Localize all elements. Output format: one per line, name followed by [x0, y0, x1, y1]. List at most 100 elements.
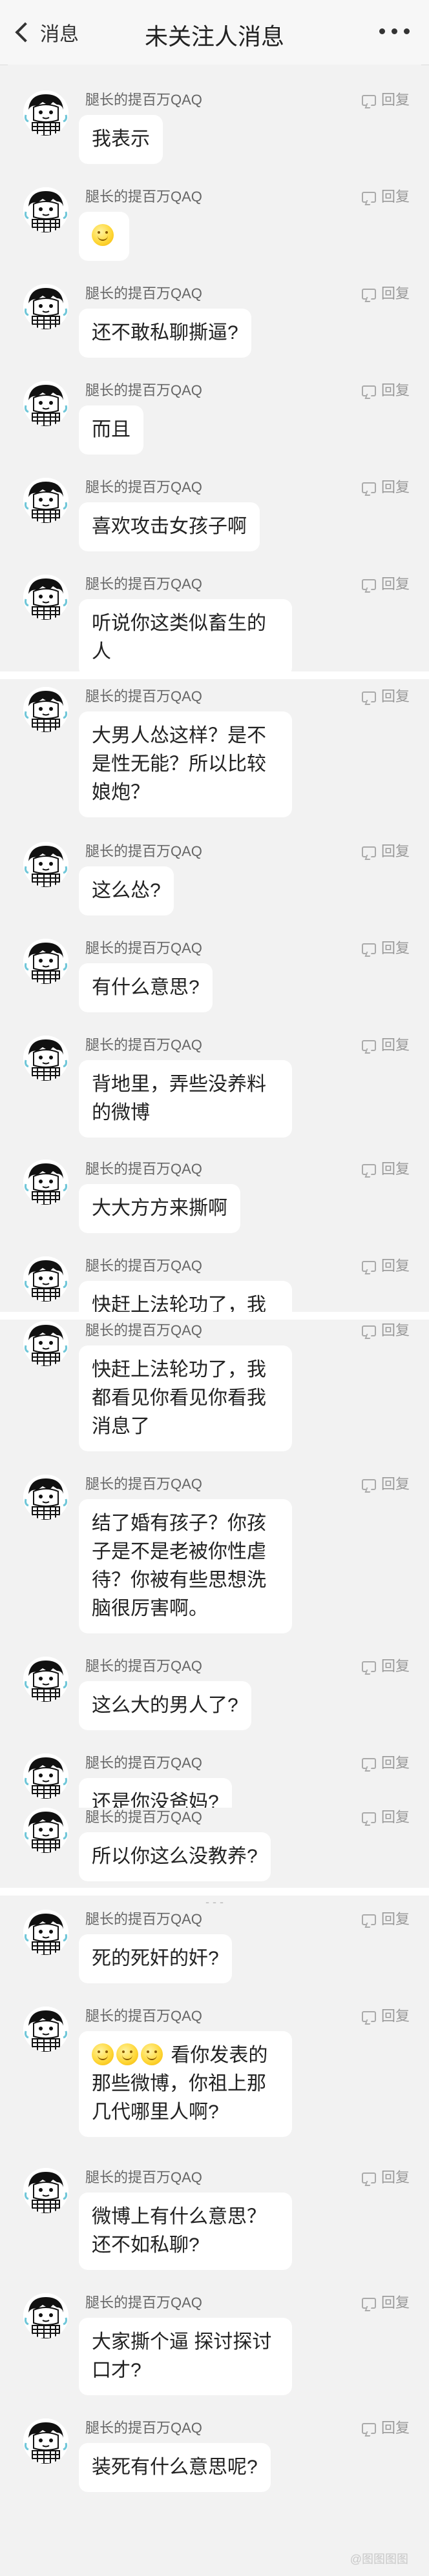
- reply-button[interactable]: 回复: [361, 575, 410, 594]
- message-bubble: 还不敢私聊撕逼?: [79, 309, 251, 358]
- reply-icon: [361, 288, 376, 300]
- reply-icon: [361, 691, 376, 702]
- reply-button[interactable]: 回复: [361, 1036, 410, 1055]
- username[interactable]: 腿长的提百万QAQ: [85, 2168, 202, 2187]
- chat-panel-4: - - - 腿长的提百万QAQ 回复 死的死奸的奸? 腿长的提百万QAQ 回复 …: [8, 1896, 421, 2576]
- reply-button[interactable]: 回复: [361, 284, 410, 303]
- avatar[interactable]: [23, 939, 68, 984]
- avatar[interactable]: [23, 1475, 68, 1520]
- panel-divider: [0, 1312, 429, 1320]
- reply-button[interactable]: 回复: [361, 2293, 410, 2313]
- reply-button[interactable]: 回复: [361, 1753, 410, 1773]
- reply-button[interactable]: 回复: [361, 1256, 410, 1276]
- reply-button[interactable]: 回复: [361, 939, 410, 958]
- avatar[interactable]: [23, 1753, 68, 1799]
- message-bubble: 而且: [79, 405, 143, 455]
- avatar[interactable]: [23, 1808, 68, 1853]
- reply-icon: [361, 1163, 376, 1175]
- avatar[interactable]: [23, 1657, 68, 1702]
- username[interactable]: 腿长的提百万QAQ: [85, 2418, 202, 2438]
- avatar[interactable]: [23, 842, 68, 887]
- panel-divider: [0, 1888, 429, 1896]
- reply-icon: [361, 1812, 376, 1823]
- avatar[interactable]: [23, 1036, 68, 1081]
- reply-button[interactable]: 回复: [361, 842, 410, 861]
- username[interactable]: 腿长的提百万QAQ: [85, 1256, 202, 1276]
- reply-button[interactable]: 回复: [361, 2168, 410, 2187]
- username[interactable]: 腿长的提百万QAQ: [85, 1808, 202, 1827]
- username[interactable]: 腿长的提百万QAQ: [85, 687, 202, 706]
- avatar[interactable]: [23, 1256, 68, 1302]
- reply-icon: [361, 385, 376, 396]
- reply-icon: [361, 2010, 376, 2022]
- reply-button[interactable]: 回复: [361, 90, 410, 110]
- username[interactable]: 腿长的提百万QAQ: [85, 478, 202, 497]
- smile-emoji-icon: [92, 2043, 114, 2065]
- message-bubble: 快赶上法轮功了，我都看见你看见你看我消息了: [79, 1345, 292, 1451]
- reply-button[interactable]: 回复: [361, 1160, 410, 1179]
- message-bubble: 死的死奸的奸?: [79, 1934, 232, 1983]
- username[interactable]: 腿长的提百万QAQ: [85, 1753, 202, 1773]
- username[interactable]: 腿长的提百万QAQ: [85, 575, 202, 594]
- message-bubble: 快赶上法轮功了，我都: [79, 1281, 292, 1312]
- avatar[interactable]: [23, 2418, 68, 2464]
- reply-button[interactable]: 回复: [361, 2418, 410, 2438]
- message-bubble: 结了婚有孩子？你孩子是不是老被你性虐待？你被有些思想洗脑很厉害啊。: [79, 1499, 292, 1633]
- avatar[interactable]: [23, 1321, 68, 1366]
- username[interactable]: 腿长的提百万QAQ: [85, 939, 202, 958]
- username[interactable]: 腿长的提百万QAQ: [85, 1657, 202, 1676]
- username[interactable]: 腿长的提百万QAQ: [85, 187, 202, 207]
- reply-button[interactable]: 回复: [361, 187, 410, 207]
- username[interactable]: 腿长的提百万QAQ: [85, 381, 202, 400]
- avatar[interactable]: [23, 1160, 68, 1205]
- username[interactable]: 腿长的提百万QAQ: [85, 284, 202, 303]
- avatar[interactable]: [23, 575, 68, 620]
- message-bubble: 大男人怂这样？是不是性无能？所以比较娘炮？: [79, 711, 292, 817]
- username[interactable]: 腿长的提百万QAQ: [85, 1036, 202, 1055]
- avatar[interactable]: [23, 381, 68, 426]
- message-bubble: 这么怂?: [79, 866, 174, 915]
- avatar[interactable]: [23, 478, 68, 523]
- avatar[interactable]: [23, 687, 68, 732]
- reply-icon: [361, 482, 376, 493]
- reply-icon: [361, 1478, 376, 1490]
- reply-icon: [361, 1260, 376, 1272]
- username[interactable]: 腿长的提百万QAQ: [85, 1160, 202, 1179]
- avatar[interactable]: [23, 1910, 68, 1955]
- avatar[interactable]: [23, 2168, 68, 2213]
- reply-button[interactable]: 回复: [361, 478, 410, 497]
- reply-icon: [361, 191, 376, 203]
- reply-button[interactable]: 回复: [361, 1321, 410, 1340]
- reply-icon: [361, 1661, 376, 1672]
- username[interactable]: 腿长的提百万QAQ: [85, 1475, 202, 1494]
- reply-icon: [361, 1039, 376, 1051]
- message-bubble: 大家撕个逼 探讨探讨口才?: [79, 2318, 292, 2395]
- avatar[interactable]: [23, 2007, 68, 2052]
- reply-button[interactable]: 回复: [361, 687, 410, 706]
- reply-icon: [361, 1914, 376, 1925]
- reply-button[interactable]: 回复: [361, 381, 410, 400]
- chat-panel-3: 腿长的提百万QAQ 回复 快赶上法轮功了，我都看见你看见你看我消息了 腿长的提百…: [8, 1320, 421, 1888]
- username[interactable]: 腿长的提百万QAQ: [85, 2293, 202, 2313]
- reply-button[interactable]: 回复: [361, 2007, 410, 2026]
- reply-button[interactable]: 回复: [361, 1475, 410, 1494]
- chat-panel-3b: 腿长的提百万QAQ 回复 所以你这么没教养?: [8, 1808, 421, 1888]
- reply-button[interactable]: 回复: [361, 1808, 410, 1827]
- username[interactable]: 腿长的提百万QAQ: [85, 1910, 202, 1929]
- timestamp-divider: - - -: [205, 1896, 224, 1908]
- username[interactable]: 腿长的提百万QAQ: [85, 90, 202, 110]
- message-bubble: 这么大的男人了?: [79, 1681, 251, 1730]
- message-bubble: 所以你这么没教养?: [79, 1832, 271, 1881]
- username[interactable]: 腿长的提百万QAQ: [85, 1321, 202, 1340]
- reply-button[interactable]: 回复: [361, 1910, 410, 1929]
- username[interactable]: 腿长的提百万QAQ: [85, 2007, 202, 2026]
- reply-button[interactable]: 回复: [361, 1657, 410, 1676]
- more-dots-icon[interactable]: [379, 28, 410, 34]
- smile-emoji-icon: [141, 2043, 163, 2065]
- username[interactable]: 腿长的提百万QAQ: [85, 842, 202, 861]
- avatar[interactable]: [23, 284, 68, 329]
- avatar[interactable]: [23, 2293, 68, 2338]
- avatar[interactable]: [23, 90, 68, 136]
- avatar[interactable]: [23, 187, 68, 232]
- message-bubble: 有什么意思?: [79, 963, 213, 1012]
